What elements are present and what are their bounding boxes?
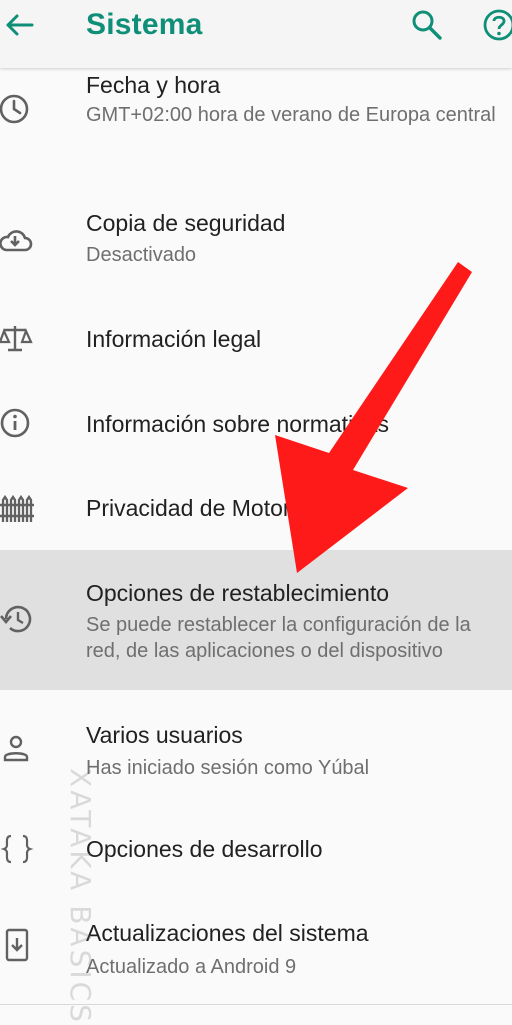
- braces-icon: [0, 834, 34, 864]
- setting-backup[interactable]: Copia de seguridad Desactivado: [0, 196, 512, 296]
- setting-title: Copia de seguridad: [86, 210, 286, 236]
- setting-legal-info[interactable]: Información legal: [0, 300, 512, 380]
- scales-icon: [0, 326, 33, 352]
- back-arrow-icon[interactable]: [2, 8, 36, 42]
- setting-subtitle: Has iniciado sesión como Yúbal: [86, 757, 370, 779]
- history-icon: [0, 605, 32, 633]
- watermark: XATAKA BASICS: [63, 768, 97, 1025]
- setting-title: Actualizaciones del sistema: [86, 920, 369, 946]
- app-bar: Sistema: [0, 0, 512, 68]
- setting-subtitle: Actualizado a Android 9: [86, 956, 297, 978]
- setting-reset-options[interactable]: Opciones de restablecimiento Se puede re…: [0, 550, 512, 690]
- setting-title: Varios usuarios: [86, 722, 243, 748]
- setting-title: Información sobre normativas: [86, 411, 389, 437]
- clock-icon: [0, 94, 29, 124]
- info-icon: [0, 408, 30, 438]
- setting-title: Opciones de restablecimiento: [86, 580, 389, 606]
- setting-title: Opciones de desarrollo: [86, 836, 323, 862]
- cloud-download-icon: [0, 230, 33, 252]
- person-icon: [3, 735, 29, 762]
- setting-subtitle: GMT+02:00 hora de verano de Europa centr…: [86, 104, 496, 126]
- setting-title: Fecha y hora: [86, 72, 221, 98]
- help-icon[interactable]: [482, 8, 512, 42]
- page-title: Sistema: [86, 8, 203, 41]
- setting-motorola-privacy[interactable]: Privacidad de Motorola: [0, 470, 512, 548]
- setting-title: Privacidad de Motorola: [86, 495, 322, 521]
- search-icon[interactable]: [410, 8, 444, 42]
- setting-regulatory-info[interactable]: Información sobre normativas: [0, 384, 512, 466]
- setting-subtitle: Se puede restablecer la configuración de…: [86, 614, 471, 662]
- system-update-icon: [5, 928, 29, 962]
- fence-icon: [0, 494, 34, 522]
- setting-title: Información legal: [86, 326, 262, 352]
- setting-date-time[interactable]: Fecha y hora GMT+02:00 hora de verano de…: [0, 68, 512, 188]
- setting-subtitle: Desactivado: [86, 244, 197, 266]
